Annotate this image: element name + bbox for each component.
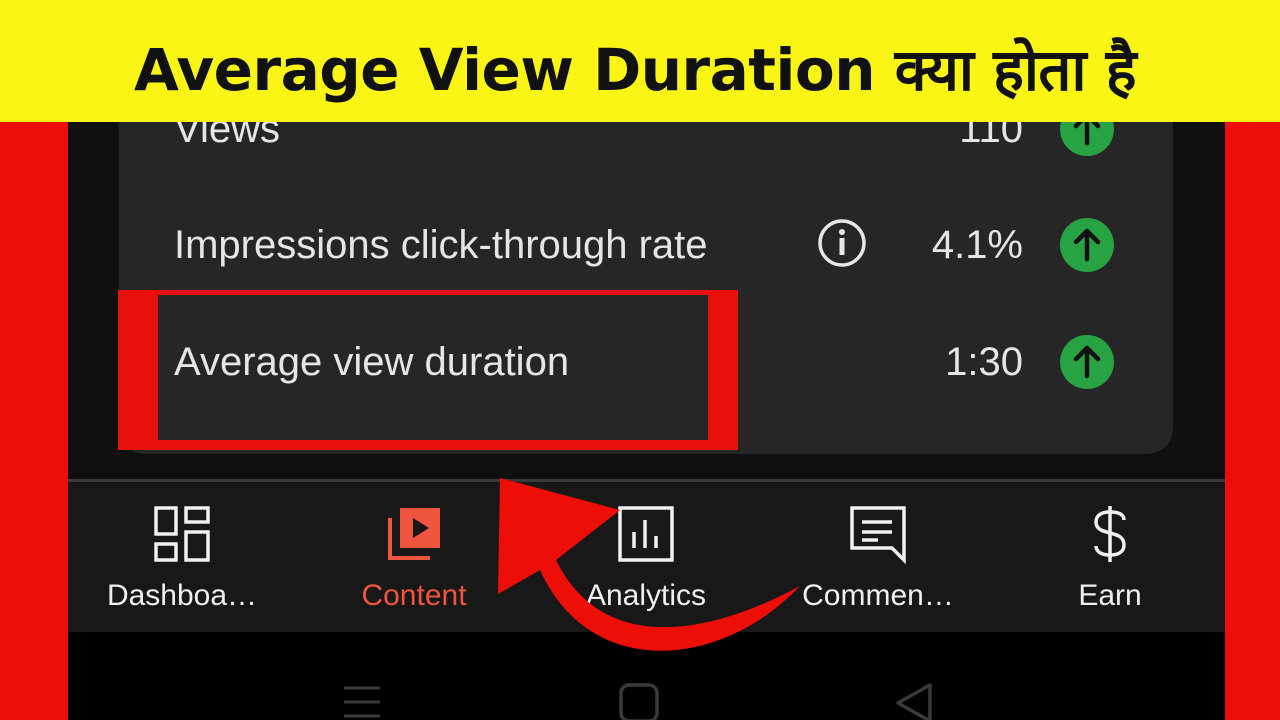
content-icon xyxy=(382,502,446,566)
nav-label: Analytics xyxy=(585,579,707,612)
banner-title: Average View Duration क्या होता है xyxy=(134,36,1137,104)
nav-label: Commen… xyxy=(802,579,954,612)
metric-row-views[interactable]: Views 110 xyxy=(119,122,1173,169)
nav-label: Dashboa… xyxy=(106,579,258,612)
dashboard-icon xyxy=(150,502,214,566)
dollar-icon xyxy=(1078,502,1142,566)
metric-label: Views xyxy=(174,122,280,151)
info-icon[interactable] xyxy=(817,218,867,268)
system-navigation-bar xyxy=(68,632,1225,720)
arrow-up-circle-icon xyxy=(1060,122,1114,156)
nav-item-dashboard[interactable]: Dashboa… xyxy=(82,482,282,632)
metric-row-ctr[interactable]: Impressions click-through rate 4.1% xyxy=(119,205,1173,285)
metric-value: 1:30 xyxy=(945,340,1023,384)
home-icon[interactable] xyxy=(618,682,660,720)
nav-item-analytics[interactable]: Analytics xyxy=(546,482,746,632)
metric-value: 110 xyxy=(959,122,1023,151)
nav-item-earn[interactable]: Earn xyxy=(1010,482,1210,632)
bottom-navigation: Dashboa… Content Analytics Commen… Earn xyxy=(68,482,1225,632)
nav-label: Earn xyxy=(1078,579,1142,612)
arrow-up-circle-icon xyxy=(1060,218,1114,272)
arrow-up-circle-icon xyxy=(1060,335,1114,389)
nav-label: Content xyxy=(361,579,467,612)
metric-value: 4.1% xyxy=(931,223,1023,267)
analytics-icon xyxy=(614,502,678,566)
highlight-box xyxy=(118,290,738,450)
title-banner: Average View Duration क्या होता है xyxy=(0,0,1280,122)
comments-icon xyxy=(846,502,910,566)
menu-icon[interactable] xyxy=(342,682,382,720)
nav-item-comments[interactable]: Commen… xyxy=(778,482,978,632)
nav-item-content[interactable]: Content xyxy=(314,482,514,632)
metric-label: Impressions click-through rate xyxy=(174,223,708,267)
back-icon[interactable] xyxy=(894,682,934,720)
